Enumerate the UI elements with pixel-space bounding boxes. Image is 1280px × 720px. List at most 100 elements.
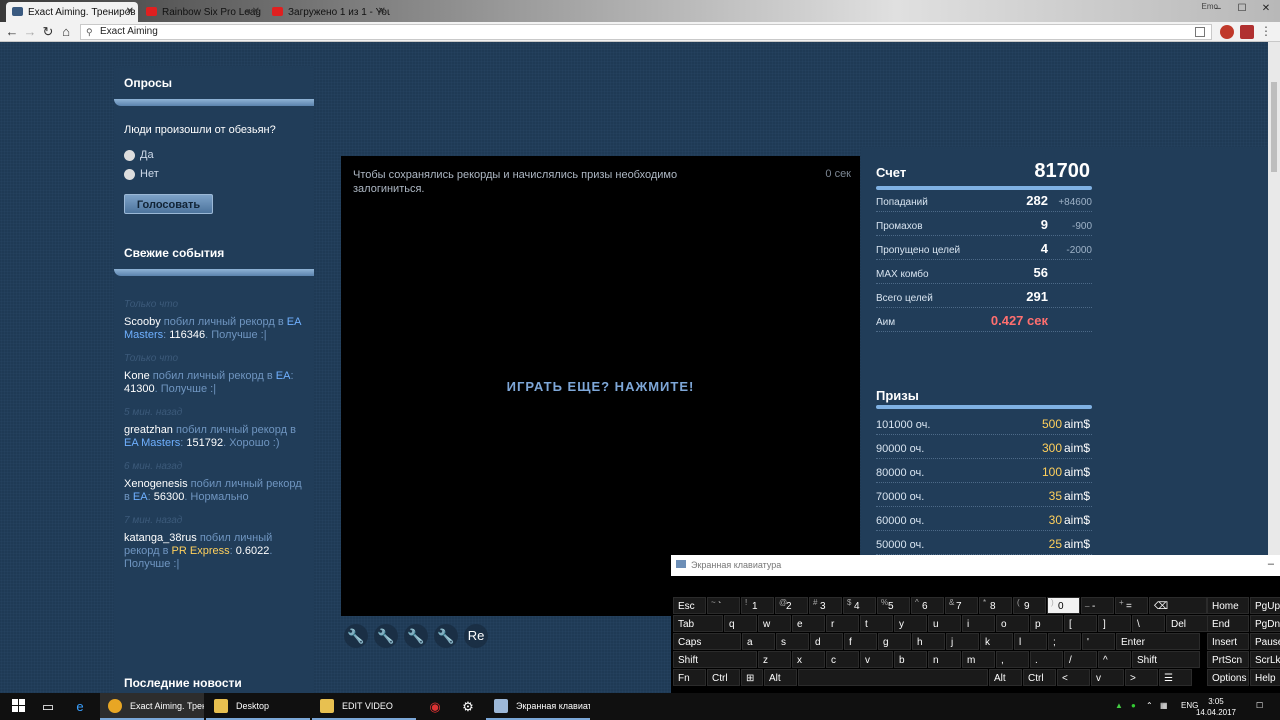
- key[interactable]: c: [826, 651, 859, 668]
- key[interactable]: .: [1030, 651, 1063, 668]
- key[interactable]: z: [758, 651, 791, 668]
- close-tab-icon[interactable]: ✕: [252, 6, 260, 17]
- key[interactable]: ^ 6: [911, 597, 944, 614]
- home-icon[interactable]: ⌂: [58, 24, 74, 40]
- event-user-link[interactable]: greatzhan: [124, 424, 173, 436]
- key[interactable]: g: [878, 633, 911, 650]
- key[interactable]: _ -: [1081, 597, 1114, 614]
- key[interactable]: l: [1014, 633, 1047, 650]
- event-game-link[interactable]: PR Express: [172, 545, 230, 557]
- tray-status-icon[interactable]: ●: [1131, 701, 1136, 710]
- key[interactable]: ~ `: [707, 597, 740, 614]
- task-view-icon[interactable]: ▭: [38, 697, 58, 717]
- key[interactable]: ;: [1048, 633, 1081, 650]
- key[interactable]: <: [1057, 669, 1090, 686]
- key[interactable]: n: [928, 651, 961, 668]
- radio-button[interactable]: [124, 149, 135, 161]
- key[interactable]: >: [1125, 669, 1158, 686]
- key[interactable]: Caps: [673, 633, 741, 650]
- vote-button[interactable]: Голосовать: [124, 194, 213, 214]
- key[interactable]: p: [1030, 615, 1063, 632]
- abp-extension-icon[interactable]: [1240, 25, 1254, 39]
- key[interactable]: ,: [996, 651, 1029, 668]
- tab-youtube-upload[interactable]: Загружено 1 из 1 - YouT ✕: [266, 2, 390, 22]
- key[interactable]: e: [792, 615, 825, 632]
- key[interactable]: * 8: [979, 597, 1012, 614]
- key[interactable]: (9: [1013, 597, 1046, 614]
- key[interactable]: Shift: [673, 651, 757, 668]
- poll-option-no[interactable]: Нет: [114, 161, 314, 180]
- event-game-link[interactable]: EA: [276, 370, 291, 382]
- radio-button[interactable]: [124, 168, 135, 180]
- restart-button[interactable]: Re: [464, 624, 488, 648]
- extension-icon[interactable]: [1220, 25, 1234, 39]
- clock[interactable]: 3:05 14.04.2017: [1196, 696, 1236, 718]
- key[interactable]: x: [792, 651, 825, 668]
- close-tab-icon[interactable]: ✕: [126, 6, 134, 17]
- key[interactable]: v: [860, 651, 893, 668]
- chrome-menu-icon[interactable]: ⋮: [1260, 24, 1272, 38]
- key[interactable]: /: [1064, 651, 1097, 668]
- key[interactable]: + =: [1115, 597, 1148, 614]
- key[interactable]: w: [758, 615, 791, 632]
- play-again-button[interactable]: ИГРАТЬ ЕЩЕ? НАЖМИТЕ!: [341, 379, 860, 394]
- key[interactable]: Alt: [764, 669, 797, 686]
- key[interactable]: Del: [1166, 615, 1208, 632]
- key[interactable]: b: [894, 651, 927, 668]
- key[interactable]: v: [1091, 669, 1124, 686]
- key[interactable]: ScrLk: [1250, 651, 1280, 668]
- key[interactable]: o: [996, 615, 1029, 632]
- key[interactable]: Enter: [1116, 633, 1200, 650]
- key[interactable]: % 5: [877, 597, 910, 614]
- minimize-keyboard-icon[interactable]: –: [1268, 558, 1274, 570]
- tab-exact-aiming[interactable]: Exact Aiming. Трениров ✕: [6, 2, 138, 22]
- close-tab-icon[interactable]: ✕: [378, 6, 386, 17]
- edge-icon[interactable]: e: [70, 697, 90, 717]
- tab-rainbow-six[interactable]: Rainbow Six Pro Leag ◂ ✕: [140, 2, 264, 22]
- key[interactable]: Home: [1207, 597, 1249, 614]
- event-user-link[interactable]: Scooby: [124, 316, 161, 328]
- recorder-icon[interactable]: ◉: [425, 697, 445, 717]
- poll-option-yes[interactable]: Да: [114, 142, 314, 161]
- key[interactable]: Pause: [1250, 633, 1280, 650]
- key[interactable]: [: [1064, 615, 1097, 632]
- color-settings-icon[interactable]: 🔧: [374, 624, 398, 648]
- crosshair-settings-icon[interactable]: 🔧: [434, 624, 458, 648]
- key[interactable]: ]: [1098, 615, 1131, 632]
- minimize-icon[interactable]: ‒: [1206, 0, 1230, 18]
- notifications-icon[interactable]: ☐: [1256, 701, 1263, 710]
- key[interactable]: ^: [1098, 651, 1131, 668]
- key[interactable]: ⊞: [741, 669, 763, 686]
- target-settings-icon[interactable]: 🔧: [404, 624, 428, 648]
- key[interactable]: Tab: [673, 615, 723, 632]
- key[interactable]: Ctrl: [707, 669, 740, 686]
- key[interactable]: PgUp: [1250, 597, 1280, 614]
- key[interactable]: d: [810, 633, 843, 650]
- key[interactable]: [798, 669, 988, 686]
- key[interactable]: j: [946, 633, 979, 650]
- page-action-icon[interactable]: [1195, 27, 1205, 37]
- key[interactable]: Esc: [673, 597, 706, 614]
- windows-start-icon[interactable]: [12, 699, 26, 713]
- key[interactable]: Fn: [673, 669, 706, 686]
- back-icon[interactable]: ←: [4, 24, 20, 40]
- key[interactable]: Help: [1250, 669, 1280, 686]
- close-window-icon[interactable]: ✕: [1254, 0, 1278, 18]
- key[interactable]: & 7: [945, 597, 978, 614]
- key[interactable]: u: [928, 615, 961, 632]
- key[interactable]: r: [826, 615, 859, 632]
- key[interactable]: PrtScn: [1207, 651, 1249, 668]
- key[interactable]: ⌫: [1149, 597, 1207, 614]
- key[interactable]: Ctrl: [1023, 669, 1056, 686]
- key[interactable]: Options: [1207, 669, 1249, 686]
- key[interactable]: ☰: [1159, 669, 1192, 686]
- scrollbar-thumb[interactable]: [1271, 82, 1277, 172]
- taskbar-desktop[interactable]: Desktop: [206, 693, 310, 720]
- key[interactable]: h: [912, 633, 945, 650]
- key[interactable]: y: [894, 615, 927, 632]
- tray-app-icon[interactable]: ▲: [1115, 701, 1123, 710]
- key[interactable]: t: [860, 615, 893, 632]
- event-user-link[interactable]: Xenogenesis: [124, 478, 188, 490]
- key[interactable]: PgDn: [1250, 615, 1280, 632]
- event-game-link[interactable]: EA: [133, 491, 148, 503]
